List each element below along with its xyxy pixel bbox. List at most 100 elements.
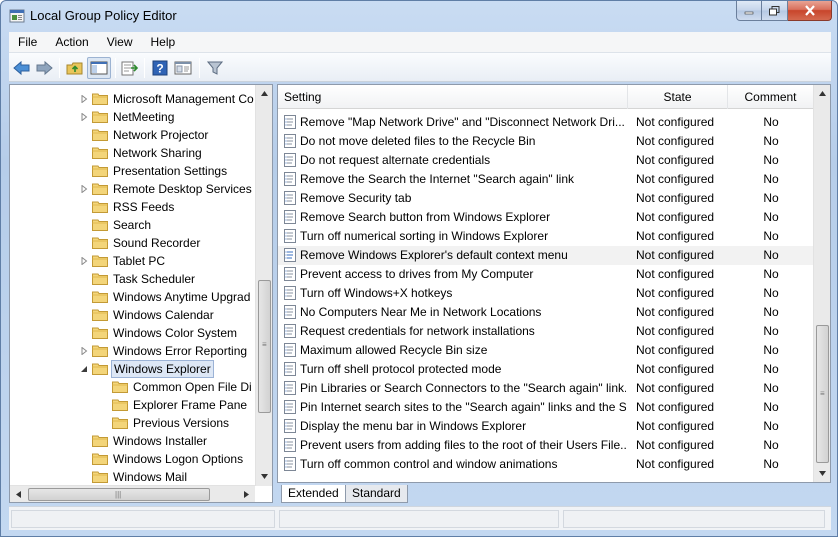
show-hide-console-tree-button[interactable]	[87, 57, 111, 79]
console-tree[interactable]: Microsoft Management Co NetMeeting Network…	[9, 84, 273, 503]
tree-item[interactable]: Task Scheduler	[10, 270, 255, 288]
scroll-down-button[interactable]	[814, 465, 830, 482]
policy-row[interactable]: Turn off shell protocol protected mode No…	[278, 360, 814, 379]
policy-setting-icon	[284, 324, 296, 338]
scroll-left-button[interactable]	[10, 486, 27, 502]
tree-horizontal-scrollbar[interactable]: |||	[10, 485, 255, 502]
view-tabs: Extended Standard	[277, 483, 831, 503]
tree-item[interactable]: Remote Desktop Services	[10, 180, 255, 198]
grip-icon: |||	[115, 490, 122, 499]
window-title: Local Group Policy Editor	[30, 8, 177, 23]
policy-row[interactable]: Remove Windows Explorer's default contex…	[278, 246, 814, 265]
tree-item[interactable]: Previous Versions	[10, 414, 255, 432]
tree-item[interactable]: Common Open File Di	[10, 378, 255, 396]
policy-setting-icon	[284, 134, 296, 148]
tree-item[interactable]: Windows Calendar	[10, 306, 255, 324]
policy-row[interactable]: Display the menu bar in Windows Explorer…	[278, 417, 814, 436]
minimize-button[interactable]	[736, 1, 762, 21]
tree-scroll-thumb[interactable]: ≡	[258, 280, 271, 413]
collapsed-triangle-icon[interactable]	[80, 257, 88, 265]
tree-item[interactable]: NetMeeting	[10, 108, 255, 126]
tab-standard[interactable]: Standard	[345, 485, 408, 503]
policy-row[interactable]: Remove the Search the Internet "Search a…	[278, 170, 814, 189]
settings-list[interactable]: Setting State Comment Remove "Map Networ…	[277, 84, 831, 483]
tree-item[interactable]: Presentation Settings	[10, 162, 255, 180]
close-button[interactable]	[788, 1, 832, 21]
menu-help[interactable]: Help	[142, 32, 185, 52]
policy-row[interactable]: Turn off numerical sorting in Windows Ex…	[278, 227, 814, 246]
tree-hscroll-thumb[interactable]: |||	[28, 488, 210, 501]
cell-setting: Pin Libraries or Search Connectors to th…	[300, 381, 626, 395]
policy-row[interactable]: Request credentials for network installa…	[278, 322, 814, 341]
folder-icon	[92, 147, 108, 159]
tree-item[interactable]: Search	[10, 216, 255, 234]
policy-row[interactable]: Turn off common control and window anima…	[278, 455, 814, 474]
tree-item[interactable]: Tablet PC	[10, 252, 255, 270]
filter-button[interactable]	[204, 57, 226, 79]
column-header-setting[interactable]: Setting	[278, 85, 628, 109]
column-header-comment[interactable]: Comment	[728, 85, 814, 109]
title-bar[interactable]: Local Group Policy Editor	[1, 1, 837, 31]
scroll-right-button[interactable]	[238, 486, 255, 502]
cell-comment: No	[763, 438, 779, 452]
tree-item[interactable]: Explorer Frame Pane	[10, 396, 255, 414]
policy-row[interactable]: Prevent access to drives from My Compute…	[278, 265, 814, 284]
tree-item[interactable]: Windows Color System	[10, 324, 255, 342]
scroll-down-button[interactable]	[256, 468, 272, 485]
policy-row[interactable]: No Computers Near Me in Network Location…	[278, 303, 814, 322]
tree-item[interactable]: Windows Explorer	[10, 360, 255, 378]
tree-item-label: Windows Explorer	[111, 360, 214, 378]
forward-button[interactable]	[33, 57, 55, 79]
policy-setting-icon	[284, 153, 296, 167]
policy-row[interactable]: Pin Internet search sites to the "Search…	[278, 398, 814, 417]
properties-button[interactable]	[172, 57, 194, 79]
expanded-triangle-icon[interactable]	[80, 365, 88, 373]
cell-state: Not configured	[636, 153, 715, 167]
help-button[interactable]: ?	[149, 57, 171, 79]
arrow-up-icon	[260, 91, 268, 96]
tree-item[interactable]: RSS Feeds	[10, 198, 255, 216]
collapsed-triangle-icon[interactable]	[80, 185, 88, 193]
policy-row[interactable]: Prevent users from adding files to the r…	[278, 436, 814, 455]
policy-row[interactable]: Do not request alternate credentials Not …	[278, 151, 814, 170]
tab-extended[interactable]: Extended	[281, 485, 346, 503]
collapsed-triangle-icon[interactable]	[80, 113, 88, 121]
policy-row[interactable]: Do not move deleted files to the Recycle…	[278, 132, 814, 151]
policy-row[interactable]: Remove "Map Network Drive" and "Disconne…	[278, 113, 814, 132]
policy-row[interactable]: Pin Libraries or Search Connectors to th…	[278, 379, 814, 398]
policy-row[interactable]: Remove Security tab Not configured No	[278, 189, 814, 208]
tree-item[interactable]: Windows Error Reporting	[10, 342, 255, 360]
list-scroll-thumb[interactable]: ≡	[816, 325, 829, 463]
menu-action[interactable]: Action	[46, 32, 97, 52]
tree-item[interactable]: Network Projector	[10, 126, 255, 144]
tree-item-label: Windows Anytime Upgrad	[113, 290, 251, 304]
export-list-button[interactable]	[119, 57, 141, 79]
column-header-state[interactable]: State	[628, 85, 728, 109]
scroll-up-button[interactable]	[256, 85, 272, 102]
menu-view[interactable]: View	[98, 32, 142, 52]
list-vertical-scrollbar[interactable]: ≡	[813, 85, 830, 482]
policy-row[interactable]: Remove Search button from Windows Explor…	[278, 208, 814, 227]
cell-comment: No	[763, 400, 779, 414]
tree-item[interactable]: Windows Installer	[10, 432, 255, 450]
tree-item[interactable]: Windows Mail	[10, 468, 255, 486]
cell-setting: Do not request alternate credentials	[300, 153, 491, 167]
maximize-button[interactable]	[762, 1, 788, 21]
tree-item[interactable]: Windows Logon Options	[10, 450, 255, 468]
cell-setting: Remove the Search the Internet "Search a…	[300, 172, 575, 186]
collapsed-triangle-icon[interactable]	[80, 95, 88, 103]
tree-item[interactable]: Microsoft Management Co	[10, 90, 255, 108]
menu-file[interactable]: File	[9, 32, 46, 52]
policy-row[interactable]: Turn off Windows+X hotkeys Not configured…	[278, 284, 814, 303]
policy-row[interactable]: Maximum allowed Recycle Bin size Not conf…	[278, 341, 814, 360]
scroll-up-button[interactable]	[814, 85, 830, 102]
tree-item[interactable]: Windows Anytime Upgrad	[10, 288, 255, 306]
tree-item[interactable]: Sound Recorder	[10, 234, 255, 252]
collapsed-triangle-icon[interactable]	[80, 347, 88, 355]
back-button[interactable]	[11, 57, 33, 79]
up-one-level-button[interactable]	[64, 57, 86, 79]
tree-item[interactable]: Network Sharing	[10, 144, 255, 162]
cell-state: Not configured	[636, 248, 715, 262]
cell-state: Not configured	[636, 229, 715, 243]
tree-vertical-scrollbar[interactable]: ≡	[255, 85, 272, 486]
